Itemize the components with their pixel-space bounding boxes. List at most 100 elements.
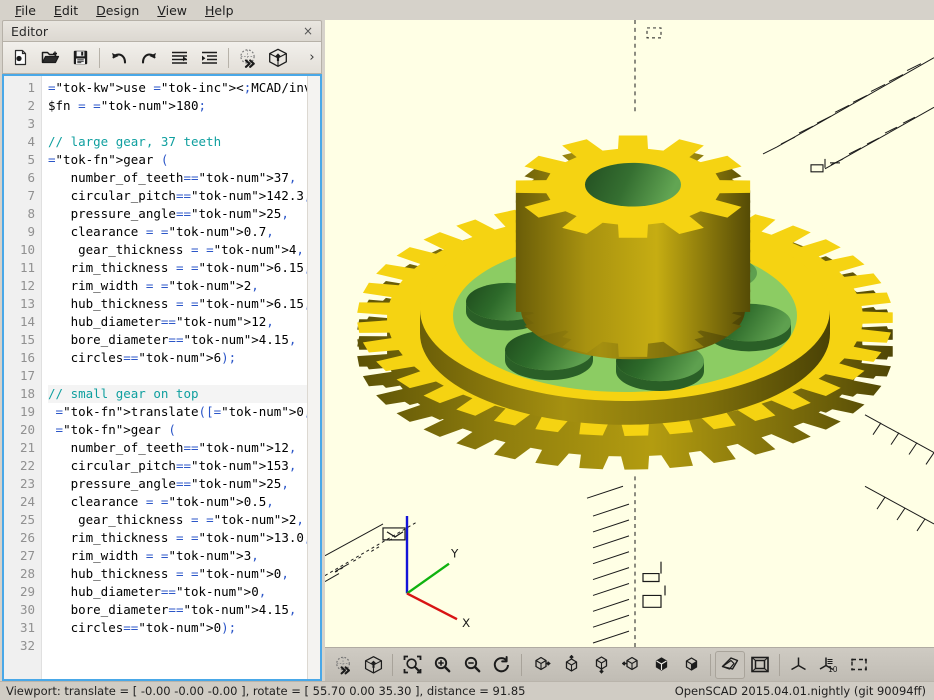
code-line[interactable] (48, 637, 320, 655)
3d-viewport[interactable]: Y X (325, 20, 934, 647)
menu-edit[interactable]: Edit (45, 2, 87, 19)
view-all-button[interactable] (397, 651, 427, 679)
editor-dock: Editor × › 1 2 3 4 5 6 7 8 9 10 11 12 13… (0, 20, 325, 681)
render-button[interactable] (358, 651, 388, 679)
code-line[interactable]: rim_thickness = ="tok-num">13.0, (48, 529, 320, 547)
orthogonal-button[interactable] (745, 651, 775, 679)
view-top-icon (565, 655, 577, 672)
new-file-button[interactable] (5, 44, 35, 72)
code-text-area[interactable]: ="tok-kw">use ="tok-inc"><;MCAD/involute… (42, 76, 320, 679)
view-right-button[interactable] (526, 651, 556, 679)
close-icon[interactable]: × (301, 24, 315, 38)
code-line[interactable]: circles=="tok-num">0); (48, 619, 320, 637)
line-number: 30 (19, 602, 35, 617)
view-back-icon (685, 657, 697, 671)
open-file-button[interactable] (35, 44, 65, 72)
view-front-icon (655, 657, 667, 671)
line-number: 18 (19, 386, 35, 401)
view-top-button[interactable] (556, 651, 586, 679)
code-line[interactable]: // large gear, 37 teeth (48, 133, 320, 151)
undo-button[interactable] (104, 44, 134, 72)
redo-button[interactable] (134, 44, 164, 72)
code-line[interactable]: rim_thickness = ="tok-num">6.15, (48, 259, 320, 277)
code-line[interactable]: hub_thickness = ="tok-num">0, (48, 565, 320, 583)
version-label: OpenSCAD 2015.04.01.nightly (git 90094ff… (674, 684, 926, 698)
code-line[interactable]: number_of_teeth=="tok-num">12, (48, 439, 320, 457)
line-number: 29 (19, 584, 35, 599)
code-line[interactable]: gear_thickness = ="tok-num">2, (48, 511, 320, 529)
code-line[interactable]: number_of_teeth=="tok-num">37, (48, 169, 320, 187)
code-line[interactable]: ="tok-fn">gear ( (48, 151, 320, 169)
viewport-toolbar: 10 (325, 647, 934, 681)
code-line[interactable]: circles=="tok-num">6); (48, 349, 320, 367)
line-number: 12 (19, 278, 35, 293)
code-line[interactable]: bore_diameter=="tok-num">4.15, (48, 331, 320, 349)
line-number: 24 (19, 494, 35, 509)
preview-icon (240, 48, 255, 68)
show-axes-button[interactable] (784, 651, 814, 679)
preview-button[interactable] (233, 44, 263, 72)
menu-design[interactable]: Design (87, 2, 148, 19)
reset-view-button[interactable] (487, 651, 517, 679)
zoom-in-button[interactable] (427, 651, 457, 679)
preview-button[interactable] (328, 651, 358, 679)
line-number: 28 (19, 566, 35, 581)
line-number-gutter: 1 2 3 4 5 6 7 8 9 10 11 12 13 14 15 16 17 18 19 20 21 22 23 24 2… (4, 76, 42, 679)
line-number: 1 (27, 80, 35, 95)
zoom-out-icon (464, 656, 480, 673)
editor-vertical-scrollbar[interactable] (307, 76, 320, 679)
code-line[interactable]: clearance = ="tok-num">0.7, (48, 223, 320, 241)
zoom-out-button[interactable] (457, 651, 487, 679)
code-line[interactable]: gear_thickness = ="tok-num">4, (48, 241, 320, 259)
editor-dock-titlebar[interactable]: Editor × (2, 20, 322, 42)
view-bottom-button[interactable] (586, 651, 616, 679)
code-line[interactable]: ="tok-kw">use ="tok-inc"><;MCAD/involute… (48, 79, 320, 97)
code-line[interactable]: hub_diameter=="tok-num">12, (48, 313, 320, 331)
menu-file[interactable]: File (6, 2, 45, 19)
show-edges-button[interactable] (844, 651, 874, 679)
code-line[interactable] (48, 367, 320, 385)
toolbar-overflow-button[interactable]: › (305, 44, 319, 72)
view-right-icon (534, 656, 551, 671)
code-line[interactable]: $fn = ="tok-num">180; (48, 97, 320, 115)
code-line[interactable]: hub_thickness = ="tok-num">6.15, (48, 295, 320, 313)
code-line[interactable]: clearance = ="tok-num">0.5, (48, 493, 320, 511)
render-button[interactable] (263, 44, 293, 72)
indent-button[interactable] (194, 44, 224, 72)
code-line[interactable]: // small gear on top (48, 385, 320, 403)
view-back-button[interactable] (676, 651, 706, 679)
unindent-button[interactable] (164, 44, 194, 72)
line-number: 16 (19, 350, 35, 365)
code-line[interactable]: ="tok-fn">gear ( (48, 421, 320, 439)
line-number: 11 (19, 260, 35, 275)
perspective-button[interactable] (715, 650, 745, 679)
code-line[interactable]: circular_pitch=="tok-num">153, (48, 457, 320, 475)
preview-icon (335, 656, 350, 674)
view-left-button[interactable] (616, 651, 646, 679)
toolbar-separator (392, 653, 393, 676)
code-editor[interactable]: 1 2 3 4 5 6 7 8 9 10 11 12 13 14 15 16 17 18 19 20 21 22 23 24 2… (2, 74, 322, 681)
code-line[interactable]: bore_diameter=="tok-num">4.15, (48, 601, 320, 619)
save-file-button[interactable] (65, 44, 95, 72)
scale-markers-icon: 10 (819, 657, 838, 674)
code-line[interactable]: pressure_angle=="tok-num">25, (48, 475, 320, 493)
code-line[interactable]: ="tok-fn">translate([="tok-num">0,="tok-… (48, 403, 320, 421)
line-number: 13 (19, 296, 35, 311)
menu-view[interactable]: View (148, 2, 196, 19)
code-line[interactable] (48, 115, 320, 133)
code-line[interactable]: circular_pitch=="tok-num">142.3, (48, 187, 320, 205)
gear-model-render: Y X (325, 20, 934, 647)
view-all-icon (403, 655, 421, 674)
editor-toolbar: › (2, 42, 322, 74)
viewport-panel: Y X 10 (325, 20, 934, 681)
code-line[interactable]: rim_width = ="tok-num">3, (48, 547, 320, 565)
menu-help[interactable]: Help (196, 2, 243, 19)
code-line[interactable]: pressure_angle=="tok-num">25, (48, 205, 320, 223)
show-edges-icon (851, 658, 867, 671)
show-scale-button[interactable]: 10 (814, 651, 844, 679)
small-gear-bore (585, 162, 681, 207)
editor-dock-title: Editor (11, 23, 48, 39)
code-line[interactable]: hub_diameter=="tok-num">0, (48, 583, 320, 601)
view-front-button[interactable] (646, 651, 676, 679)
code-line[interactable]: rim_width = ="tok-num">2, (48, 277, 320, 295)
